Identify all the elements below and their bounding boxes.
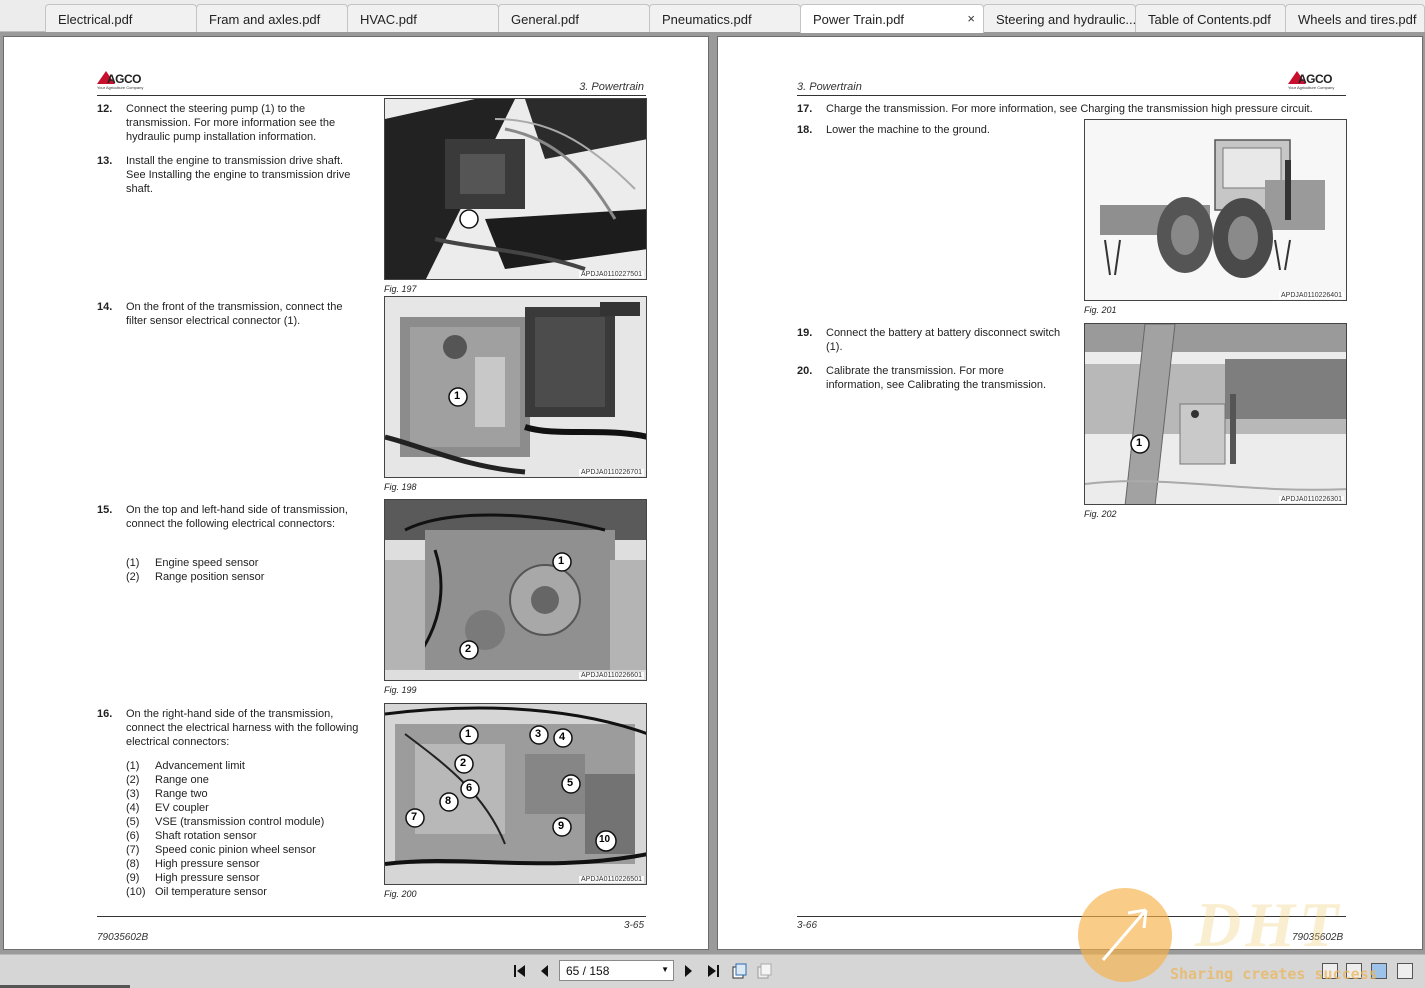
tab-power-train[interactable]: Power Train.pdf × <box>800 4 984 33</box>
footer-rule <box>97 916 646 917</box>
tab-pneumatics[interactable]: Pneumatics.pdf <box>649 4 801 32</box>
figure-201-image: APDJA0110226401 <box>1084 119 1347 301</box>
page-number: 3-66 <box>797 920 818 931</box>
figure-code: APDJA0110226401 <box>1279 292 1344 299</box>
document-id: 79035602B <box>97 932 149 943</box>
page-indicator: 65 / 158 <box>566 964 610 978</box>
page-number-select[interactable]: 65 / 158 ▼ <box>559 960 674 981</box>
chevron-down-icon: ▼ <box>661 965 669 974</box>
tab-label: Power Train.pdf <box>813 12 905 27</box>
callout-label: 8 <box>445 795 452 807</box>
figure-caption: Fig. 200 <box>384 889 417 899</box>
tab-label: Wheels and tires.pdf <box>1298 12 1417 27</box>
callout-label: 3 <box>535 728 542 740</box>
figure-caption: Fig. 199 <box>384 685 417 695</box>
tab-fram-and-axles[interactable]: Fram and axles.pdf <box>196 4 348 32</box>
last-page-icon[interactable] <box>704 962 722 980</box>
header-rule <box>797 95 1346 96</box>
first-page-icon[interactable] <box>511 962 529 980</box>
tab-hvac[interactable]: HVAC.pdf <box>347 4 499 32</box>
callout-label: 7 <box>411 811 418 823</box>
agco-logo: AGCO Your Agriculture Company <box>1288 71 1335 90</box>
section-title: 3. Powertrain <box>579 81 644 93</box>
figure-code: APDJA0110226601 <box>579 672 644 679</box>
figure-caption: Fig. 201 <box>1084 305 1117 315</box>
tab-steering-and-hydraulic[interactable]: Steering and hydraulic... <box>983 4 1136 32</box>
single-page-view-icon[interactable] <box>1322 963 1338 979</box>
page-number: 3-65 <box>624 920 645 931</box>
header-rule <box>97 95 646 96</box>
figure-code: APDJA0110226501 <box>579 876 644 883</box>
callout-label: 6 <box>466 782 473 794</box>
document-id: 79035602B <box>1292 932 1344 943</box>
figure-202-image: 1 APDJA0110226301 <box>1084 323 1347 505</box>
figure-200-image: 1 2 3 4 5 6 7 8 9 10 APDJA0110226501 <box>384 703 647 885</box>
callout-label: 2 <box>465 643 472 655</box>
callout-label: 10 <box>599 834 611 845</box>
close-tab-icon[interactable]: × <box>967 11 975 26</box>
callout-label: 5 <box>567 777 574 789</box>
figure-code: APDJA0110226301 <box>1279 496 1344 503</box>
tab-electrical[interactable]: Electrical.pdf <box>45 4 197 32</box>
copy-page-icon[interactable] <box>755 962 773 980</box>
figure-198-image: 1 APDJA0110226701 <box>384 296 647 478</box>
tab-label: General.pdf <box>511 12 579 27</box>
callout-label: 9 <box>558 820 565 832</box>
figure-199-image: 1 2 APDJA0110226601 <box>384 499 647 681</box>
figure-code: APDJA0110226701 <box>579 469 644 476</box>
tab-general[interactable]: General.pdf <box>498 4 650 32</box>
tab-label: HVAC.pdf <box>360 12 417 27</box>
tab-label: Table of Contents.pdf <box>1148 12 1271 27</box>
callout-label: 1 <box>558 555 565 567</box>
tab-table-of-contents[interactable]: Table of Contents.pdf <box>1135 4 1286 32</box>
callout-label: 1 <box>454 390 461 402</box>
callout-label: 1 <box>1136 437 1143 449</box>
callout-label: 2 <box>460 757 467 769</box>
tab-label: Fram and axles.pdf <box>209 12 321 27</box>
pdf-viewer[interactable]: AGCO Your Agriculture Company 3. Powertr… <box>0 32 1425 954</box>
figure-caption: Fig. 197 <box>384 284 417 294</box>
callout-label: 1 <box>465 728 472 740</box>
figure-197-image: 1 APDJA0110227501 <box>384 98 647 280</box>
page-3-66: 3. Powertrain AGCO Your Agriculture Comp… <box>717 36 1423 950</box>
previous-page-icon[interactable] <box>536 962 554 980</box>
page-3-65: AGCO Your Agriculture Company 3. Powertr… <box>3 36 709 950</box>
document-tab-bar: Electrical.pdf Fram and axles.pdf HVAC.p… <box>0 0 1425 33</box>
callout-label: 4 <box>559 731 566 743</box>
two-page-view-icon[interactable] <box>1371 963 1387 979</box>
section-title: 3. Powertrain <box>797 81 862 93</box>
agco-logo: AGCO Your Agriculture Company <box>97 71 144 90</box>
continuous-view-icon[interactable] <box>1346 963 1362 979</box>
next-page-icon[interactable] <box>679 962 697 980</box>
footer-rule <box>797 916 1346 917</box>
rotate-icon[interactable] <box>730 962 748 980</box>
two-page-continuous-view-icon[interactable] <box>1397 963 1413 979</box>
figure-caption: Fig. 198 <box>384 482 417 492</box>
figure-caption: Fig. 202 <box>1084 509 1117 519</box>
tab-label: Electrical.pdf <box>58 12 133 27</box>
navigation-toolbar: 65 / 158 ▼ <box>0 954 1425 988</box>
tab-wheels-and-tires[interactable]: Wheels and tires.pdf <box>1285 4 1425 32</box>
tab-label: Pneumatics.pdf <box>662 12 752 27</box>
tab-label: Steering and hydraulic... <box>996 12 1136 27</box>
